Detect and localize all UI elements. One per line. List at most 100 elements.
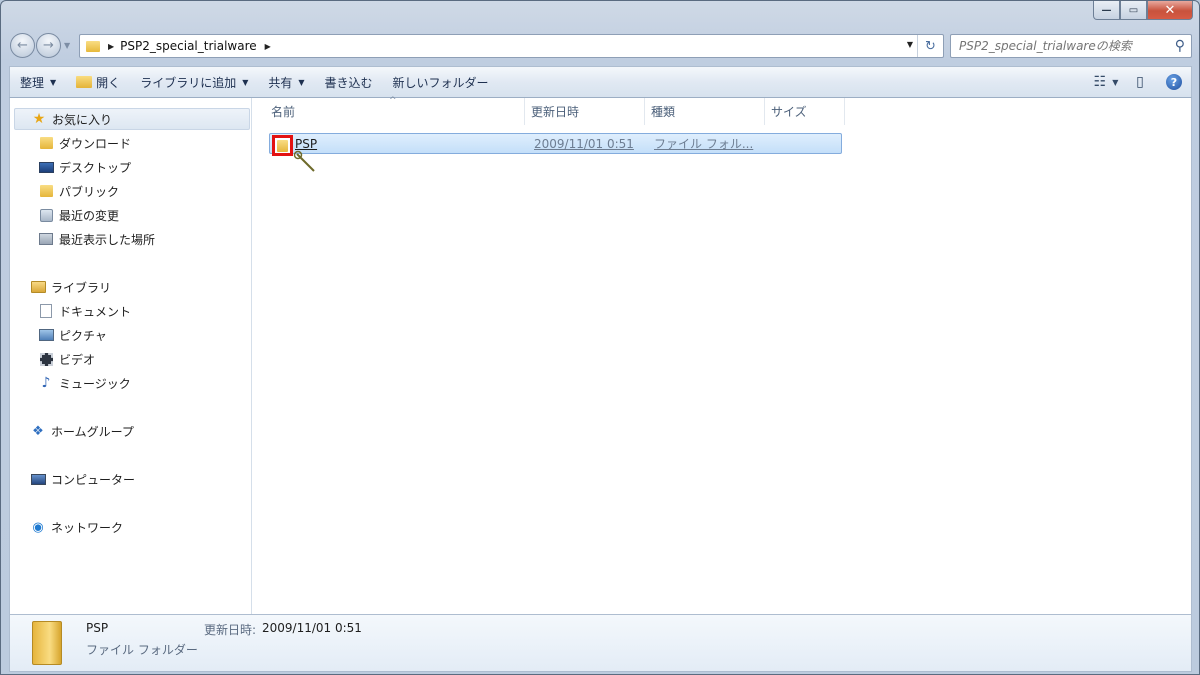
chevron-down-icon: ▼ bbox=[298, 77, 305, 87]
help-button[interactable]: ? bbox=[1157, 67, 1191, 97]
forward-arrow-icon: → bbox=[43, 38, 54, 53]
preview-pane-button[interactable]: ▯ bbox=[1123, 67, 1157, 97]
close-button[interactable]: ✕ bbox=[1147, 1, 1193, 20]
column-label: サイズ bbox=[771, 105, 807, 119]
breadcrumb-segment[interactable]: PSP2_special_trialware bbox=[120, 39, 256, 53]
toolbar-right: ☷ ▼ ▯ ? bbox=[1089, 67, 1191, 97]
nav-item-recent-changes[interactable]: 最近の変更 bbox=[38, 204, 119, 226]
nav-computer[interactable]: コンピューター bbox=[14, 468, 250, 490]
nav-item-label: 最近表示した場所 bbox=[59, 232, 156, 247]
nav-libraries-label: ライブラリ bbox=[51, 280, 112, 295]
maximize-icon: ▭ bbox=[1128, 4, 1139, 16]
desktop-icon bbox=[38, 160, 54, 175]
details-type: ファイル フォルダー bbox=[86, 643, 198, 657]
nav-item-label: パブリック bbox=[59, 184, 120, 199]
network-icon: ◉ bbox=[32, 519, 44, 535]
search-box[interactable]: ⚲ bbox=[950, 34, 1192, 58]
column-header-name[interactable]: ^ 名前 bbox=[253, 96, 525, 125]
burn-button[interactable]: 書き込む bbox=[315, 67, 383, 97]
nav-computer-label: コンピューター bbox=[51, 472, 136, 487]
nav-item-public[interactable]: パブリック bbox=[38, 180, 119, 202]
organize-button[interactable]: 整理 ▼ bbox=[10, 67, 66, 97]
add-to-library-button[interactable]: ライブラリに追加 ▼ bbox=[130, 67, 258, 97]
nav-item-label: ダウンロード bbox=[59, 136, 132, 151]
folder-icon bbox=[86, 40, 100, 52]
nav-item-documents[interactable]: ドキュメント bbox=[38, 300, 131, 322]
search-input[interactable] bbox=[959, 39, 1159, 53]
computer-icon bbox=[30, 472, 46, 487]
nav-item-music[interactable]: ♪ ミュージック bbox=[38, 372, 131, 394]
recent-pages-dropdown-icon[interactable]: ▼ bbox=[64, 41, 70, 50]
highlighted-folder-icon[interactable] bbox=[272, 135, 293, 156]
column-header-date[interactable]: 更新日時 bbox=[525, 98, 645, 125]
column-label: 更新日時 bbox=[531, 105, 580, 119]
video-icon bbox=[38, 352, 54, 367]
share-button[interactable]: 共有 ▼ bbox=[258, 67, 314, 97]
nav-item-label: デスクトップ bbox=[59, 160, 132, 175]
view-options-button[interactable]: ☷ ▼ bbox=[1089, 67, 1123, 97]
chevron-down-icon: ▼ bbox=[242, 77, 249, 87]
refresh-button[interactable]: ↻ bbox=[917, 35, 943, 57]
file-row[interactable]: PSP 2009/11/01 0:51 ファイル フォル... bbox=[269, 133, 842, 156]
breadcrumb-arrow-icon[interactable]: ▶ bbox=[108, 42, 114, 51]
folder-icon bbox=[38, 184, 54, 199]
address-history-dropdown-icon[interactable]: ▼ bbox=[907, 40, 913, 49]
nav-favorites-label: お気に入り bbox=[52, 112, 113, 127]
caption-buttons: — ▭ ✕ bbox=[1093, 1, 1193, 20]
address-row: ← → ▼ ▶ PSP2_special_trialware ▶ ▼ ↻ ⚲ bbox=[1, 31, 1199, 63]
star-icon: ★ bbox=[32, 111, 46, 127]
open-button[interactable]: 開く bbox=[66, 67, 130, 97]
new-folder-button[interactable]: 新しいフォルダー bbox=[383, 67, 499, 97]
address-bar[interactable]: ▶ PSP2_special_trialware ▶ ▼ ↻ bbox=[79, 34, 944, 58]
explorer-window: — ▭ ✕ ← → ▼ ▶ PSP2_special_trialware ▶ ▼… bbox=[0, 0, 1200, 675]
command-bar: 整理 ▼ 開く ライブラリに追加 ▼ 共有 ▼ 書き込む 新しいフォルダー ☷ ▼ ▯ … bbox=[9, 66, 1192, 98]
nav-item-label: ドキュメント bbox=[59, 304, 132, 319]
add-to-library-label: ライブラリに追加 bbox=[140, 75, 237, 90]
help-icon: ? bbox=[1166, 74, 1182, 90]
nav-item-pictures[interactable]: ピクチャ bbox=[38, 324, 107, 346]
file-date: 2009/11/01 0:51 bbox=[534, 136, 634, 151]
nav-item-videos[interactable]: ビデオ bbox=[38, 348, 95, 370]
nav-item-downloads[interactable]: ダウンロード bbox=[38, 132, 131, 154]
burn-label: 書き込む bbox=[324, 75, 373, 90]
maximize-button[interactable]: ▭ bbox=[1120, 1, 1147, 20]
column-header-size[interactable]: サイズ bbox=[765, 98, 845, 125]
minimize-button[interactable]: — bbox=[1093, 1, 1120, 20]
main-area: ★ お気に入り ダウンロード デスクトップ パブリック 最近の変更 最近表示した… bbox=[9, 96, 1192, 614]
close-icon: ✕ bbox=[1164, 2, 1176, 18]
recent-places-icon bbox=[38, 232, 54, 247]
back-button[interactable]: ← bbox=[10, 33, 35, 58]
column-label: 種類 bbox=[651, 105, 676, 119]
search-icon[interactable]: ⚲ bbox=[1175, 38, 1185, 54]
chevron-down-icon: ▼ bbox=[1112, 77, 1119, 87]
nav-item-label: ビデオ bbox=[59, 352, 96, 367]
details-name: PSP bbox=[86, 621, 109, 635]
nav-network[interactable]: ◉ ネットワーク bbox=[14, 516, 250, 538]
forward-button[interactable]: → bbox=[36, 33, 61, 58]
details-date: 2009/11/01 0:51 bbox=[262, 621, 362, 635]
column-label: 名前 bbox=[271, 105, 296, 119]
nav-item-label: ピクチャ bbox=[59, 328, 107, 343]
organize-label: 整理 bbox=[20, 75, 45, 90]
breadcrumb-arrow-icon[interactable]: ▶ bbox=[265, 42, 271, 51]
file-type: ファイル フォル... bbox=[654, 137, 754, 151]
share-label: 共有 bbox=[268, 75, 293, 90]
sort-ascending-icon: ^ bbox=[389, 96, 397, 106]
nav-item-recent-places[interactable]: 最近表示した場所 bbox=[38, 228, 155, 250]
column-headers: ^ 名前 更新日時 種類 サイズ bbox=[253, 96, 845, 125]
nav-libraries[interactable]: ライブラリ bbox=[14, 276, 250, 298]
nav-network-label: ネットワーク bbox=[51, 520, 124, 535]
open-folder-icon bbox=[76, 76, 93, 88]
nav-homegroup[interactable]: ❖ ホームグループ bbox=[14, 420, 250, 442]
folder-thumbnail-icon bbox=[32, 621, 62, 665]
column-header-type[interactable]: 種類 bbox=[645, 98, 765, 125]
navigation-buttons: ← → ▼ bbox=[10, 33, 70, 58]
download-folder-icon bbox=[38, 136, 54, 151]
navigation-pane: ★ お気に入り ダウンロード デスクトップ パブリック 最近の変更 最近表示した… bbox=[10, 98, 252, 614]
music-icon: ♪ bbox=[41, 375, 51, 391]
details-pane: PSP ファイル フォルダー 更新日時: 2009/11/01 0:51 bbox=[9, 614, 1192, 672]
library-icon bbox=[30, 280, 46, 295]
file-list-pane[interactable]: ^ 名前 更新日時 種類 サイズ PSP 2009/11/01 0:51 ファイ… bbox=[253, 96, 1191, 614]
nav-item-desktop[interactable]: デスクトップ bbox=[38, 156, 131, 178]
nav-favorites[interactable]: ★ お気に入り bbox=[14, 108, 250, 130]
